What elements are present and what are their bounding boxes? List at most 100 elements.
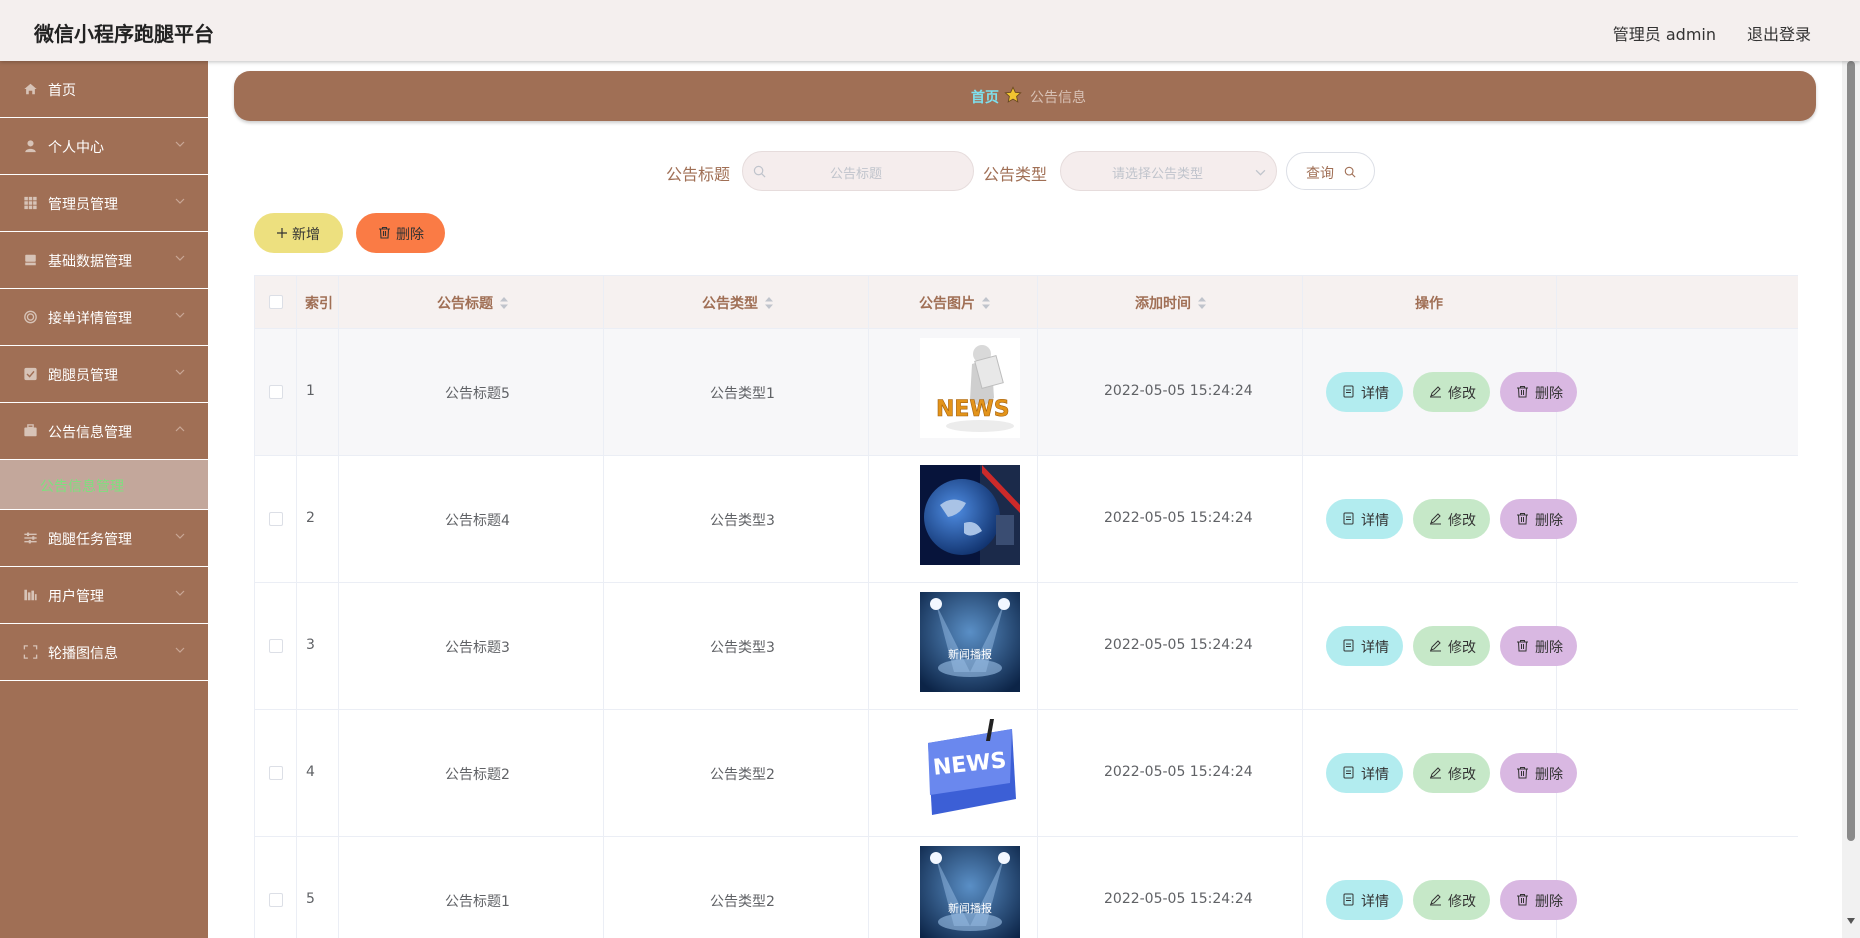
delete-label: 删除 <box>1535 513 1563 529</box>
chevron-down-icon <box>175 312 185 318</box>
sidebar-item-personal-center[interactable]: 个人中心 <box>0 118 208 175</box>
search-title-input[interactable]: 公告标题 <box>742 151 974 191</box>
main-content: 首页 公告信息 公告标题 公告标题 公告类型 请选择公告类型 查询 新增 删除 … <box>208 61 1842 938</box>
document-icon <box>1343 512 1354 525</box>
add-button[interactable]: 新增 <box>254 213 343 253</box>
row-index: 5 <box>306 891 315 907</box>
notice-image-spotlight-news: 新闻播报 <box>920 592 1020 692</box>
detail-label: 详情 <box>1361 767 1389 783</box>
detail-button[interactable]: 详情 <box>1326 753 1403 793</box>
delete-label: 删除 <box>1535 386 1563 402</box>
sort-icon[interactable] <box>764 296 774 310</box>
row-type: 公告类型2 <box>710 767 775 783</box>
sidebar-item-notice-manage[interactable]: 公告信息管理 <box>0 403 208 460</box>
trash-icon <box>1517 767 1528 779</box>
current-user: 管理员 admin <box>1612 25 1716 44</box>
delete-button[interactable]: 删除 <box>1500 753 1577 793</box>
sidebar: 首页 个人中心 管理员管理 基础数据管理 接单详情管理 跑腿员管理 公告信息管理… <box>0 61 208 938</box>
header-type: 公告类型 <box>702 296 758 312</box>
search-type-select[interactable]: 请选择公告类型 <box>1060 151 1277 191</box>
row-index: 4 <box>306 764 315 780</box>
sidebar-item-task-manage[interactable]: 跑腿任务管理 <box>0 510 208 567</box>
app-title: 微信小程序跑腿平台 <box>34 22 214 46</box>
detail-button[interactable]: 详情 <box>1326 499 1403 539</box>
sidebar-subitem-label: 公告信息管理 <box>40 479 124 495</box>
row-time: 2022-05-05 15:24:24 <box>1104 891 1253 907</box>
detail-button[interactable]: 详情 <box>1326 372 1403 412</box>
edit-label: 修改 <box>1448 386 1476 402</box>
search-button[interactable]: 查询 <box>1286 152 1375 190</box>
scrollbar-thumb[interactable] <box>1847 61 1855 841</box>
sidebar-item-runner-manage[interactable]: 跑腿员管理 <box>0 346 208 403</box>
sort-icon[interactable] <box>1197 296 1207 310</box>
row-checkbox[interactable] <box>269 639 283 653</box>
row-checkbox[interactable] <box>269 893 283 907</box>
sidebar-item-label: 跑腿任务管理 <box>48 532 132 548</box>
scroll-down-arrow[interactable] <box>1847 918 1855 924</box>
top-header: 微信小程序跑腿平台 管理员 admin 退出登录 <box>0 0 1860 61</box>
chevron-down-icon <box>175 590 185 596</box>
sidebar-item-admin-manage[interactable]: 管理员管理 <box>0 175 208 232</box>
delete-button[interactable]: 删除 <box>1500 499 1577 539</box>
edit-button[interactable]: 修改 <box>1413 372 1490 412</box>
delete-button[interactable]: 删除 <box>1500 880 1577 920</box>
user-icon <box>25 140 36 153</box>
search-button-label: 查询 <box>1306 166 1334 182</box>
row-checkbox[interactable] <box>269 385 283 399</box>
row-type: 公告类型2 <box>710 894 775 910</box>
sidebar-item-home[interactable]: 首页 <box>0 61 208 118</box>
sort-icon[interactable] <box>981 296 991 310</box>
table-header: 索引 公告标题 公告类型 公告图片 添加时间 操作 <box>255 276 1798 329</box>
detail-button[interactable]: 详情 <box>1326 880 1403 920</box>
delete-button[interactable]: 删除 <box>1500 372 1577 412</box>
chevron-down-icon <box>175 533 185 539</box>
grid-icon <box>24 196 37 210</box>
sidebar-item-user-manage[interactable]: 用户管理 <box>0 567 208 624</box>
detail-label: 详情 <box>1361 513 1389 529</box>
row-checkbox[interactable] <box>269 512 283 526</box>
row-index: 1 <box>306 383 315 399</box>
row-title: 公告标题4 <box>445 513 510 529</box>
search-type-placeholder: 请选择公告类型 <box>1112 167 1204 182</box>
document-icon <box>1343 639 1354 652</box>
edit-button[interactable]: 修改 <box>1413 626 1490 666</box>
delete-label: 删除 <box>1535 767 1563 783</box>
star-icon <box>1004 86 1022 103</box>
header-time: 添加时间 <box>1135 296 1191 312</box>
sidebar-item-label: 首页 <box>48 83 76 99</box>
sidebar-item-carousel[interactable]: 轮播图信息 <box>0 624 208 681</box>
chevron-up-icon <box>175 426 185 432</box>
target-icon <box>24 310 37 324</box>
trash-icon <box>379 226 390 239</box>
row-checkbox[interactable] <box>269 766 283 780</box>
header-ops: 操作 <box>1415 296 1443 312</box>
select-all-checkbox[interactable] <box>269 295 283 309</box>
breadcrumb-home[interactable]: 首页 <box>971 87 999 107</box>
sidebar-item-label: 管理员管理 <box>48 197 118 213</box>
page-scrollbar[interactable] <box>1842 61 1860 938</box>
search-title-label: 公告标题 <box>666 165 731 184</box>
batch-delete-button[interactable]: 删除 <box>356 213 445 253</box>
notice-image-news-figure: NEWS <box>920 338 1020 438</box>
edit-icon <box>1430 386 1441 398</box>
breadcrumb: 首页 公告信息 <box>234 71 1816 121</box>
delete-button[interactable]: 删除 <box>1500 626 1577 666</box>
sidebar-item-basic-data[interactable]: 基础数据管理 <box>0 232 208 289</box>
edit-label: 修改 <box>1448 640 1476 656</box>
sidebar-item-order-detail[interactable]: 接单详情管理 <box>0 289 208 346</box>
row-title: 公告标题5 <box>445 386 510 402</box>
edit-button[interactable]: 修改 <box>1413 753 1490 793</box>
sidebar-item-label: 个人中心 <box>48 140 104 156</box>
row-index: 3 <box>306 637 315 653</box>
detail-label: 详情 <box>1361 386 1389 402</box>
sidebar-subitem-notice-manage[interactable]: 公告信息管理 <box>0 460 208 510</box>
detail-button[interactable]: 详情 <box>1326 626 1403 666</box>
edit-label: 修改 <box>1448 767 1476 783</box>
edit-button[interactable]: 修改 <box>1413 880 1490 920</box>
delete-label: 删除 <box>1535 894 1563 910</box>
logout-link[interactable]: 退出登录 <box>1747 21 1811 45</box>
sidebar-item-label: 公告信息管理 <box>48 425 132 441</box>
edit-button[interactable]: 修改 <box>1413 499 1490 539</box>
header-title: 公告标题 <box>437 296 493 312</box>
sort-icon[interactable] <box>499 296 509 310</box>
